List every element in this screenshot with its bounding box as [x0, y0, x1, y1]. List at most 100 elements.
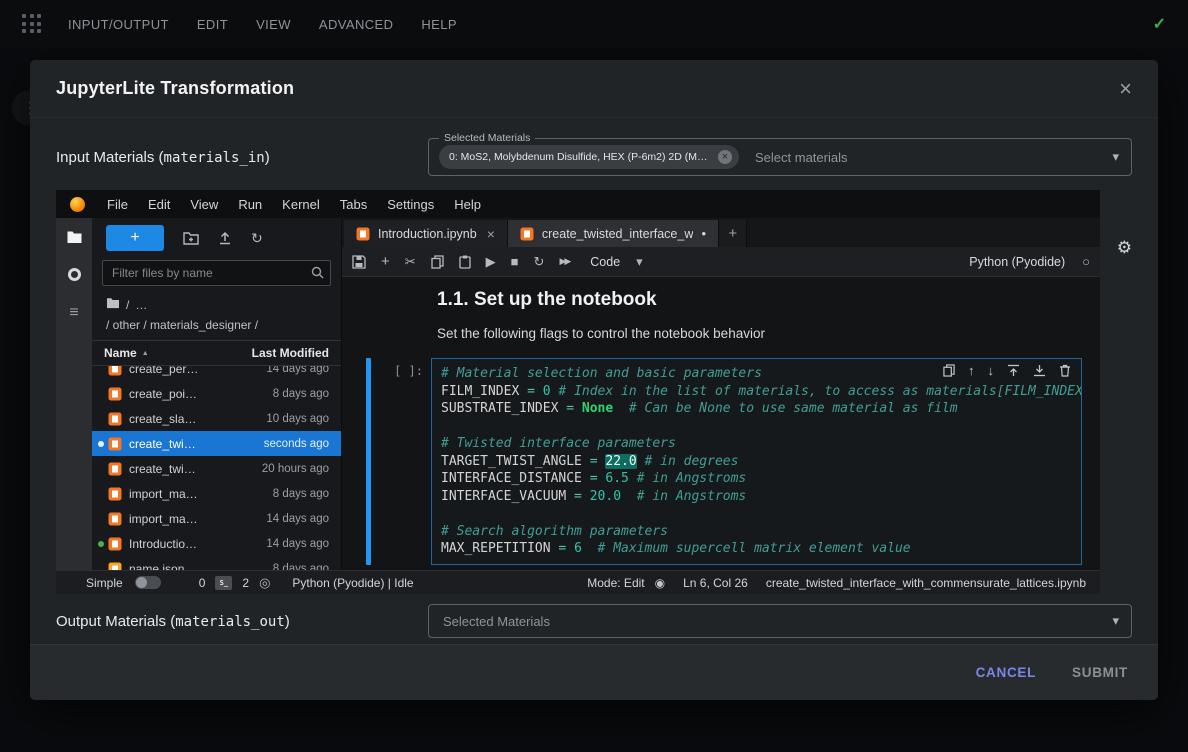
app-menu-help[interactable]: HELP	[421, 17, 457, 32]
file-name: create_twi…	[129, 462, 241, 476]
chevron-down-icon[interactable]: ▾	[1112, 149, 1119, 165]
tab-create-twisted-interface[interactable]: create_twisted_interface_w ●	[508, 220, 719, 247]
file-row[interactable]: import_ma…8 days ago	[92, 481, 341, 506]
notebook-file-icon	[356, 227, 370, 241]
chevron-down-icon[interactable]: ▾	[1112, 613, 1119, 629]
jupyter-menu-run[interactable]: Run	[228, 197, 272, 212]
insert-cell-above-icon[interactable]	[1007, 364, 1020, 377]
copy-icon[interactable]	[431, 255, 444, 269]
markdown-cell: 1.1. Set up the notebook Set the followi…	[437, 289, 1080, 341]
simple-mode-toggle[interactable]	[135, 576, 161, 589]
insert-cell-icon[interactable]: +	[381, 254, 390, 269]
notebook-panel: Introduction.ipynb × create_twisted_inte…	[342, 218, 1100, 570]
file-filter-input[interactable]	[102, 260, 331, 286]
file-filter	[102, 260, 331, 286]
dialog-header: JupyterLite Transformation ×	[30, 60, 1158, 118]
upload-icon[interactable]	[218, 231, 232, 245]
paste-icon[interactable]	[459, 255, 471, 269]
code-line: # Search algorithm parameters	[441, 523, 1081, 541]
save-icon[interactable]	[352, 255, 366, 269]
submit-button[interactable]: SUBMIT	[1072, 665, 1128, 680]
jupyter-menu-tabs[interactable]: Tabs	[330, 197, 377, 212]
jupyter-menu-file[interactable]: File	[97, 197, 138, 212]
cut-icon[interactable]: ✂	[405, 255, 416, 268]
new-launcher-button[interactable]: +	[106, 225, 164, 251]
close-tab-icon[interactable]: ×	[487, 226, 495, 242]
home-folder-icon[interactable]	[106, 297, 120, 312]
cell-type-value: Code	[590, 255, 620, 269]
add-tab-icon[interactable]: +	[719, 220, 747, 247]
column-last-modified[interactable]: Last Modified	[225, 346, 329, 360]
stop-icon[interactable]: ■	[511, 255, 519, 268]
file-list-header: Name▲ Last Modified	[92, 340, 341, 366]
status-bar: Simple 0 S_ 2 ◎ Python (Pyodide) | Idle …	[56, 570, 1100, 594]
app-menu-advanced[interactable]: ADVANCED	[319, 17, 393, 32]
new-folder-icon[interactable]	[183, 231, 199, 245]
app-logo-icon[interactable]	[22, 14, 42, 34]
file-list: create_per…14 days agocreate_poi…8 days …	[92, 366, 341, 570]
notebook-file-icon	[108, 437, 122, 451]
jupyter-menu-view[interactable]: View	[180, 197, 228, 212]
cursor-position[interactable]: Ln 6, Col 26	[683, 576, 748, 590]
duplicate-cell-icon[interactable]	[943, 364, 955, 377]
check-icon: ✓	[1153, 14, 1166, 34]
material-chip[interactable]: 0: MoS2, Molybdenum Disulfide, HEX (P-6m…	[439, 145, 739, 169]
notebook-content: 1.1. Set up the notebook Set the followi…	[342, 277, 1100, 570]
label-text: Input Materials (	[56, 149, 164, 166]
logo-dot	[22, 22, 26, 26]
file-row[interactable]: Introductio…14 days ago	[92, 531, 341, 556]
column-name[interactable]: Name▲	[104, 346, 225, 360]
table-of-contents-icon[interactable]: ≡	[69, 305, 78, 321]
file-row[interactable]: create_poi…8 days ago	[92, 381, 341, 406]
file-modified: 8 days ago	[241, 388, 329, 400]
file-name: name.json	[129, 562, 241, 571]
material-chip-label: 0: MoS2, Molybdenum Disulfide, HEX (P-6m…	[449, 151, 711, 163]
cell-type-dropdown[interactable]: Code ▾	[590, 254, 642, 270]
code-line: # Twisted interface parameters	[441, 435, 1081, 453]
app-menubar-items: INPUT/OUTPUT EDIT VIEW ADVANCED HELP	[68, 17, 457, 32]
run-icon[interactable]: ▶	[486, 255, 496, 268]
app-menu-view[interactable]: VIEW	[256, 17, 291, 32]
terminal-count[interactable]: 0	[199, 576, 206, 590]
file-row[interactable]: create_twi…20 hours ago	[92, 456, 341, 481]
file-row[interactable]: import_ma…14 days ago	[92, 506, 341, 531]
insert-cell-below-icon[interactable]	[1033, 364, 1046, 377]
toggle-knob	[136, 577, 147, 588]
jupyter-menu-help[interactable]: Help	[444, 197, 491, 212]
close-icon[interactable]: ×	[1119, 78, 1132, 100]
gear-icon[interactable]: ⚙	[1117, 238, 1132, 258]
file-row[interactable]: create_sla…10 days ago	[92, 406, 341, 431]
file-row[interactable]: create_twi…seconds ago	[92, 431, 341, 456]
breadcrumb[interactable]: / …	[92, 286, 341, 313]
file-browser-icon[interactable]	[66, 230, 83, 244]
input-materials-select[interactable]: Selected Materials 0: MoS2, Molybdenum D…	[428, 138, 1132, 176]
chip-remove-icon[interactable]: ×	[718, 150, 732, 164]
app-menu-input-output[interactable]: INPUT/OUTPUT	[68, 17, 169, 32]
code-editor[interactable]: # Material selection and basic parameter…	[431, 358, 1082, 565]
app-menu-edit[interactable]: EDIT	[197, 17, 228, 32]
kernel-name[interactable]: Python (Pyodide)	[969, 255, 1065, 269]
tab-introduction[interactable]: Introduction.ipynb ×	[344, 220, 508, 247]
breadcrumb-ellipsis[interactable]: …	[135, 298, 147, 312]
breadcrumb-path[interactable]: / other / materials_designer /	[92, 313, 341, 340]
jupyter-menu-kernel[interactable]: Kernel	[272, 197, 330, 212]
jupyter-body: ≡ + ↻	[56, 218, 1100, 570]
tab-label: create_twisted_interface_w	[542, 227, 693, 241]
refresh-icon[interactable]: ↻	[251, 231, 263, 245]
file-row[interactable]: name.json8 days ago	[92, 556, 341, 570]
restart-kernel-icon[interactable]: ↻	[534, 255, 545, 268]
move-cell-up-icon[interactable]: ↑	[968, 364, 975, 377]
kernel-count[interactable]: 2	[242, 576, 249, 590]
restart-run-all-icon[interactable]: ▶▶	[559, 257, 569, 266]
jupyter-menu-edit[interactable]: Edit	[138, 197, 180, 212]
jupyter-menu-settings[interactable]: Settings	[377, 197, 444, 212]
delete-cell-icon[interactable]	[1059, 364, 1071, 377]
label-text: )	[285, 613, 290, 630]
move-cell-down-icon[interactable]: ↓	[988, 364, 995, 377]
file-row[interactable]: create_per…14 days ago	[92, 366, 341, 381]
cancel-button[interactable]: CANCEL	[976, 665, 1036, 680]
output-materials-select[interactable]: Selected Materials ▾	[428, 604, 1132, 638]
kernel-status-text[interactable]: Python (Pyodide) | Idle	[292, 576, 413, 590]
running-sessions-icon[interactable]	[68, 268, 81, 281]
notification-icon[interactable]: ◉	[655, 576, 665, 590]
